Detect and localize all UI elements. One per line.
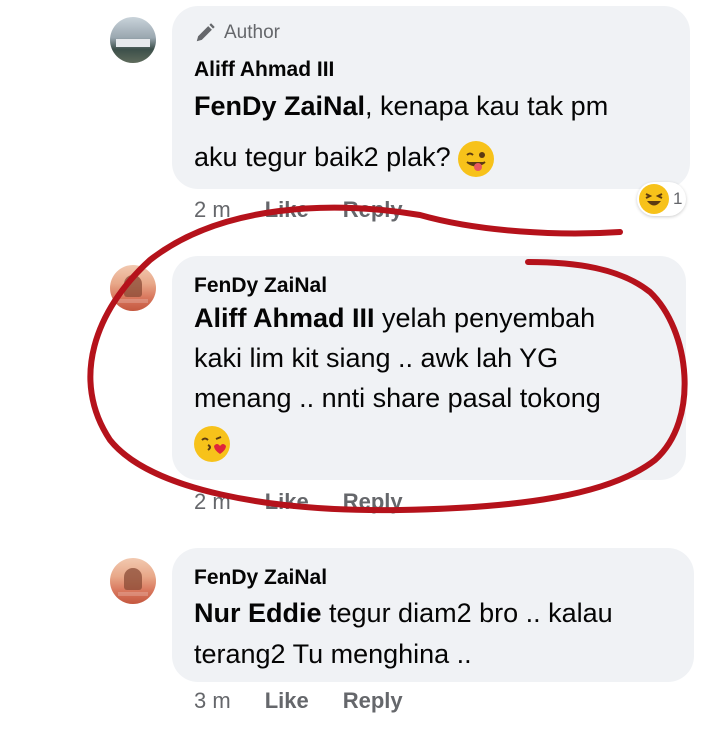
pencil-icon — [196, 23, 215, 42]
comment-actions: 2 m Like Reply — [194, 197, 437, 223]
reply-button[interactable]: Reply — [343, 489, 403, 515]
reply-button[interactable]: Reply — [343, 688, 403, 714]
kissing-heart-emoji — [194, 426, 230, 462]
author-badge-label: Author — [224, 22, 280, 43]
author-badge: Author — [194, 22, 280, 44]
commenter-name[interactable]: Aliff Ahmad III — [194, 58, 334, 82]
comment-actions: 2 m Like Reply — [194, 489, 437, 515]
reply-button[interactable]: Reply — [343, 197, 403, 223]
laughing-emoji — [639, 184, 669, 214]
like-button[interactable]: Like — [265, 688, 309, 714]
comment-text: Nur Eddie tegur diam2 bro .. kalau teran… — [194, 598, 613, 669]
reaction-summary[interactable]: 1 — [637, 182, 687, 216]
comment-bubble: Author Aliff Ahmad III FenDy ZaiNal, ken… — [172, 6, 690, 189]
comment-bubble: FenDy ZaiNal Nur Eddie tegur diam2 bro .… — [172, 548, 694, 682]
mention-link[interactable]: FenDy ZaiNal — [194, 91, 365, 121]
timestamp[interactable]: 2 m — [194, 489, 231, 515]
commenter-name[interactable]: FenDy ZaiNal — [194, 566, 327, 590]
timestamp[interactable]: 3 m — [194, 688, 231, 714]
mention-link[interactable]: Aliff Ahmad III — [194, 303, 375, 333]
like-button[interactable]: Like — [265, 489, 309, 515]
avatar[interactable] — [110, 558, 156, 604]
mention-link[interactable]: Nur Eddie — [194, 598, 322, 628]
like-button[interactable]: Like — [265, 197, 309, 223]
comment-text: Aliff Ahmad III yelah penyembah kaki lim… — [194, 298, 601, 462]
avatar[interactable] — [110, 17, 156, 63]
comment-actions: 3 m Like Reply — [194, 688, 437, 714]
avatar[interactable] — [110, 265, 156, 311]
comment-text: FenDy ZaiNal, kenapa kau tak pm aku tegu… — [194, 81, 608, 183]
timestamp[interactable]: 2 m — [194, 197, 231, 223]
reaction-count: 1 — [673, 189, 683, 208]
comment-bubble: FenDy ZaiNal Aliff Ahmad III yelah penye… — [172, 256, 686, 480]
commenter-name[interactable]: FenDy ZaiNal — [194, 274, 327, 298]
winking-tongue-emoji — [458, 140, 495, 177]
